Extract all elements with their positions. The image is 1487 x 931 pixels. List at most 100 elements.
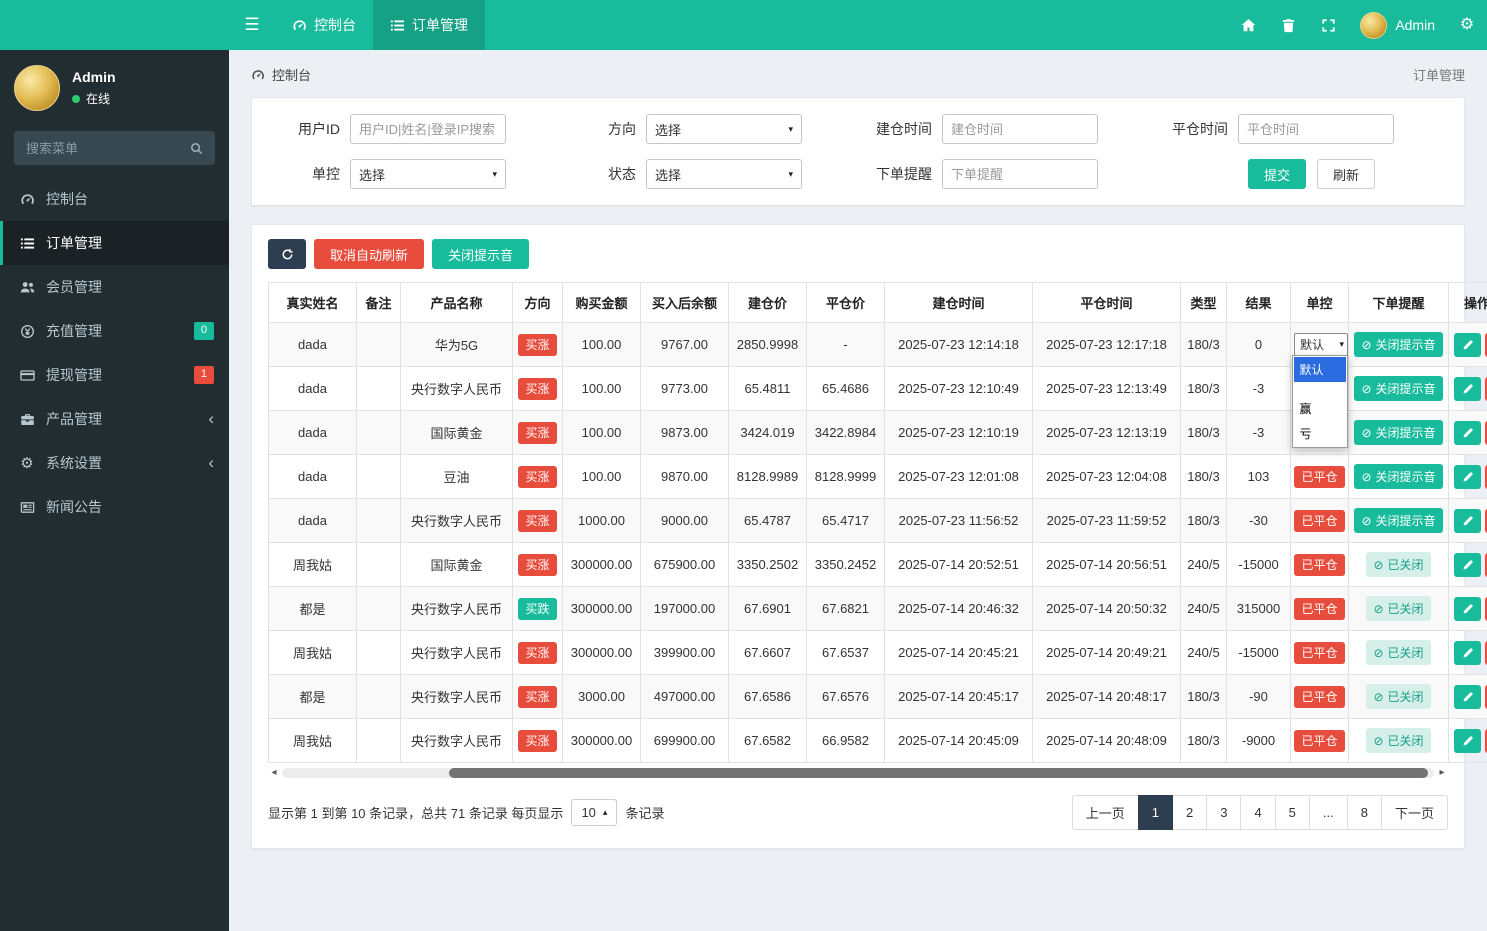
sidebar-item-settings[interactable]: ⚙系统设置‹ <box>0 441 229 485</box>
table-row: 都是央行数字人民币买跌300000.00197000.0067.690167.6… <box>269 587 1487 631</box>
menu-search <box>14 131 215 165</box>
records-info-prefix: 显示第 1 到第 10 条记录，总共 71 条记录 每页显示 <box>268 803 563 822</box>
cell-result: 103 <box>1227 455 1291 499</box>
home-button[interactable] <box>1228 0 1268 50</box>
page-button-3[interactable]: 3 <box>1206 795 1241 830</box>
mute-icon: ⊘ <box>1361 515 1371 527</box>
dropdown-option-2[interactable]: 亏 <box>1294 421 1346 446</box>
status-select[interactable]: 选择 ▾ <box>646 159 802 189</box>
cell-open-price: 65.4811 <box>729 367 807 411</box>
dropdown-option-0[interactable]: 默认 <box>1294 357 1346 382</box>
user-id-input[interactable] <box>350 114 506 144</box>
sidebar-item-withdraw[interactable]: 提现管理1 <box>0 353 229 397</box>
chevron-left-icon: ‹ <box>208 412 214 426</box>
cell-remind: ⊘已关闭 <box>1349 587 1449 631</box>
scroll-right-arrow[interactable]: ▸ <box>1436 768 1448 778</box>
close-sound-button[interactable]: ⊘关闭提示音 <box>1354 376 1442 401</box>
edit-button[interactable] <box>1454 597 1481 621</box>
cell-amount: 100.00 <box>563 323 641 367</box>
remind-closed-button[interactable]: ⊘已关闭 <box>1366 728 1430 753</box>
cell-remind: ⊘关闭提示音 <box>1349 499 1449 543</box>
close-time-input[interactable] <box>1238 114 1394 144</box>
control-select[interactable]: 默认▾ <box>1294 333 1348 356</box>
direction-select[interactable]: 选择 ▾ <box>646 114 802 144</box>
close-sound-button[interactable]: ⊘关闭提示音 <box>1354 464 1442 489</box>
page-button-2[interactable]: 2 <box>1172 795 1207 830</box>
online-dot-icon <box>72 95 80 103</box>
cell-product: 央行数字人民币 <box>401 719 513 763</box>
nav-item-orders[interactable]: 订单管理 <box>373 0 485 50</box>
cell-open-time: 2025-07-14 20:45:09 <box>885 719 1033 763</box>
scrollbar-track[interactable] <box>282 768 1434 778</box>
edit-button[interactable] <box>1454 729 1481 753</box>
remind-closed-button[interactable]: ⊘已关闭 <box>1366 684 1430 709</box>
sidebar-item-members[interactable]: 会员管理 <box>0 265 229 309</box>
edit-button[interactable] <box>1454 685 1481 709</box>
cell-note <box>357 587 401 631</box>
sidebar-item-orders[interactable]: 订单管理 <box>0 221 229 265</box>
edit-button[interactable] <box>1454 641 1481 665</box>
nav-item-dashboard[interactable]: 控制台 <box>275 0 373 50</box>
page-size-select[interactable]: 10 ▴ <box>571 799 617 826</box>
edit-button[interactable] <box>1454 509 1481 533</box>
refresh-icon <box>281 248 294 261</box>
scroll-left-arrow[interactable]: ◂ <box>268 768 280 778</box>
cancel-auto-refresh-button[interactable]: 取消自动刷新 <box>314 239 424 269</box>
mute-icon: ⊘ <box>1361 383 1371 395</box>
edit-button[interactable] <box>1454 333 1481 357</box>
page-button-上一页[interactable]: 上一页 <box>1072 795 1139 830</box>
cell-control: 已平仓 <box>1291 675 1349 719</box>
edit-button[interactable] <box>1454 465 1481 489</box>
user-menu[interactable]: Admin <box>1348 0 1447 50</box>
control-filter-select[interactable]: 选择 ▾ <box>350 159 506 189</box>
fullscreen-button[interactable] <box>1308 0 1348 50</box>
sidebar-item-recharge[interactable]: 充值管理0 <box>0 309 229 353</box>
page-button-1[interactable]: 1 <box>1138 795 1173 830</box>
remind-input[interactable] <box>942 159 1098 189</box>
cell-close-time: 2025-07-23 12:13:19 <box>1033 411 1181 455</box>
page-button-8[interactable]: 8 <box>1347 795 1382 830</box>
edit-button[interactable] <box>1454 421 1481 445</box>
sidebar-item-dashboard[interactable]: 控制台 <box>0 177 229 221</box>
column-header: 结果 <box>1227 283 1291 323</box>
menu-search-button[interactable] <box>181 134 211 162</box>
remind-closed-button[interactable]: ⊘已关闭 <box>1366 552 1430 577</box>
settings-button[interactable]: ⚙ <box>1447 0 1487 50</box>
refresh-button[interactable]: 刷新 <box>1317 159 1375 189</box>
reload-button[interactable] <box>268 239 306 269</box>
sidebar-item-news[interactable]: 新闻公告 <box>0 485 229 529</box>
control-filter-value: 选择 <box>359 165 385 184</box>
breadcrumb-left[interactable]: 控制台 <box>251 65 311 84</box>
cell-operations <box>1449 411 1487 455</box>
submit-button[interactable]: 提交 <box>1248 159 1306 189</box>
close-sound-toolbar-button[interactable]: 关闭提示音 <box>432 239 529 269</box>
cell-operations <box>1449 543 1487 587</box>
cell-open-time: 2025-07-23 12:14:18 <box>885 323 1033 367</box>
close-sound-button[interactable]: ⊘关闭提示音 <box>1354 420 1442 445</box>
page-button-4[interactable]: 4 <box>1240 795 1275 830</box>
menu-search-input[interactable] <box>26 141 181 156</box>
dropdown-option-1[interactable]: 赢 <box>1294 396 1346 421</box>
page-button-...[interactable]: ... <box>1309 795 1348 830</box>
page-button-5[interactable]: 5 <box>1275 795 1310 830</box>
cell-result: -30 <box>1227 499 1291 543</box>
remind-closed-button[interactable]: ⊘已关闭 <box>1366 596 1430 621</box>
cell-name: 都是 <box>269 587 357 631</box>
remind-closed-button[interactable]: ⊘已关闭 <box>1366 640 1430 665</box>
edit-button[interactable] <box>1454 553 1481 577</box>
cell-name: 周我姑 <box>269 631 357 675</box>
close-sound-button[interactable]: ⊘关闭提示音 <box>1354 332 1442 357</box>
cell-product: 央行数字人民币 <box>401 631 513 675</box>
sidebar-item-products[interactable]: 产品管理‹ <box>0 397 229 441</box>
scrollbar-thumb[interactable] <box>449 768 1428 778</box>
cell-amount: 3000.00 <box>563 675 641 719</box>
clear-cache-button[interactable] <box>1268 0 1308 50</box>
orders-table-card: 取消自动刷新 关闭提示音 真实姓名备注产品名称方向购买金额买入后余额建仓价平仓价… <box>251 224 1465 849</box>
sidebar-toggle-button[interactable]: ☰ <box>229 0 275 50</box>
breadcrumb: 控制台 订单管理 <box>229 50 1487 97</box>
page-button-下一页[interactable]: 下一页 <box>1381 795 1448 830</box>
edit-button[interactable] <box>1454 377 1481 401</box>
close-sound-button[interactable]: ⊘关闭提示音 <box>1354 508 1442 533</box>
open-time-input[interactable] <box>942 114 1098 144</box>
count-badge: 1 <box>194 366 214 383</box>
